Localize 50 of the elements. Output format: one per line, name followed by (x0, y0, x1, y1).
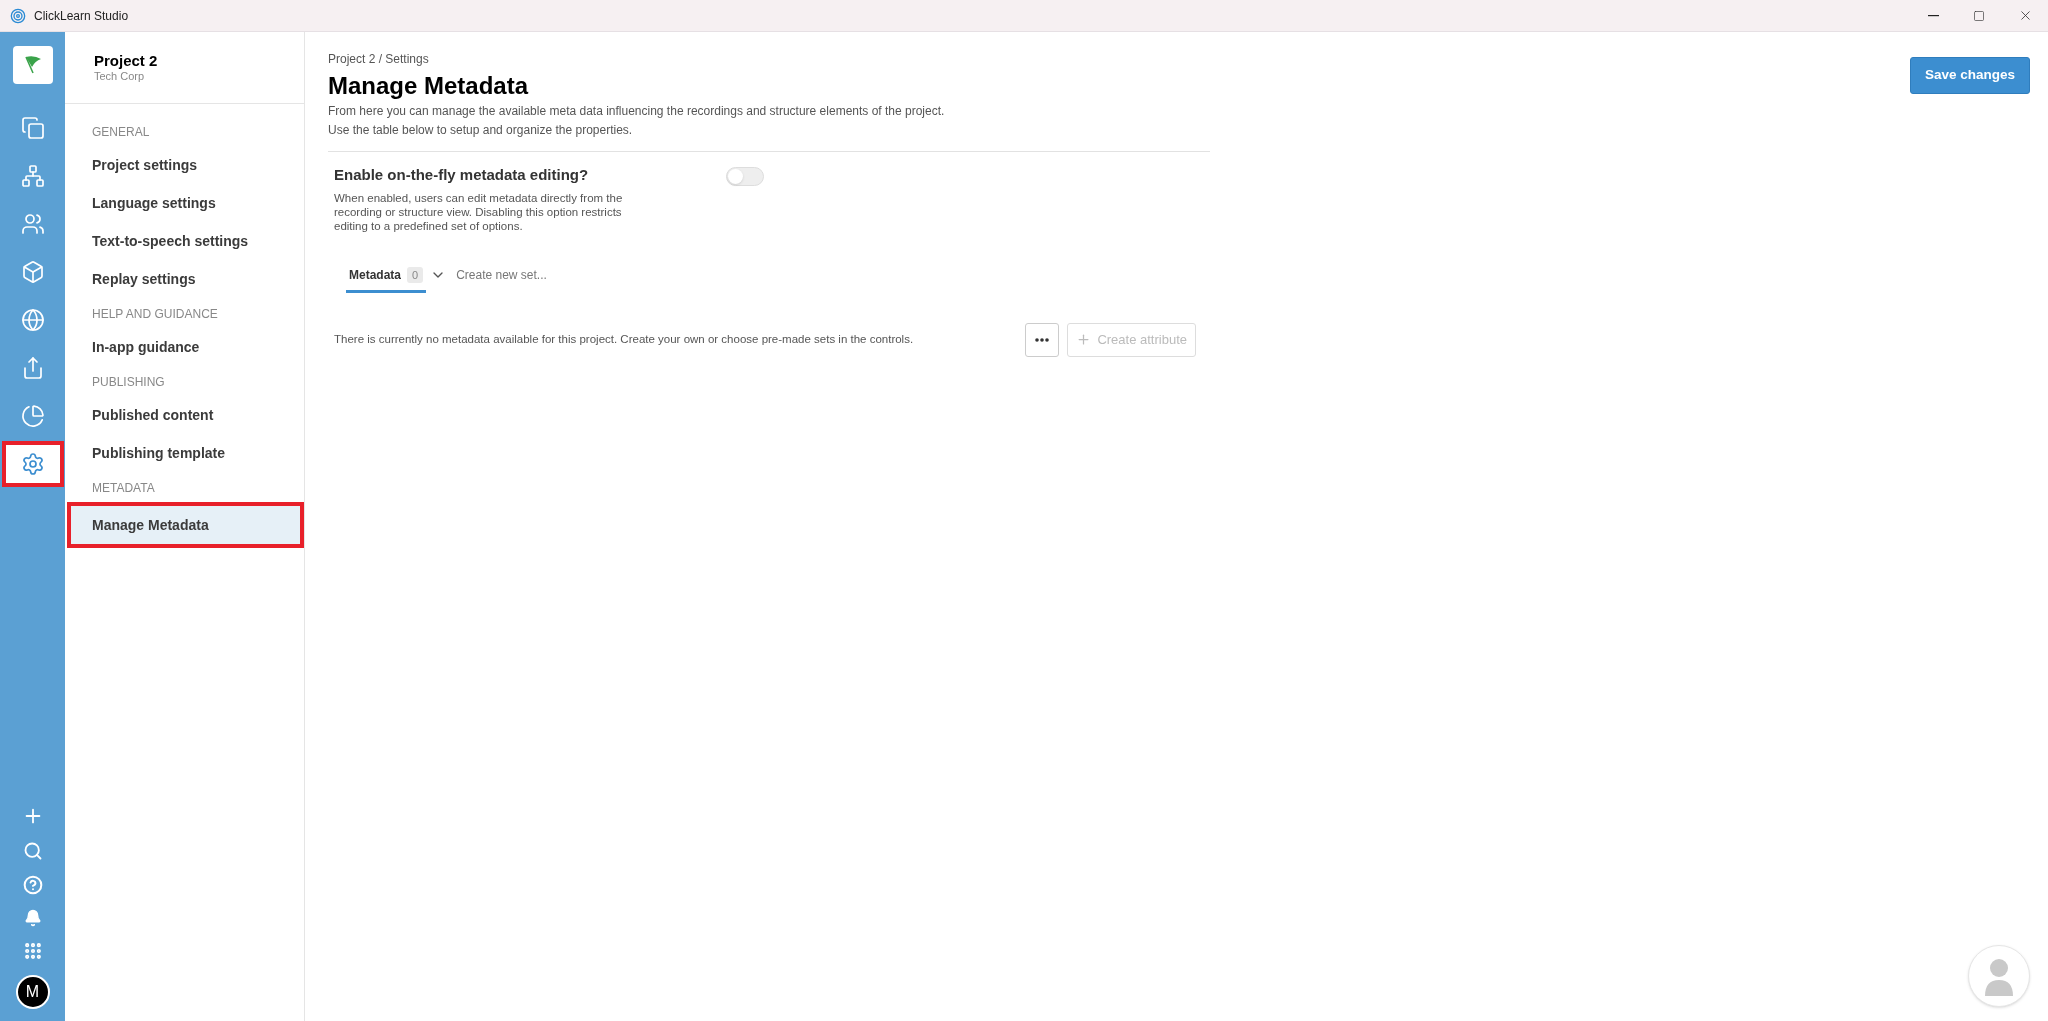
user-avatar[interactable]: M (15, 975, 50, 1009)
toggle-knob (728, 169, 743, 184)
section-heading: GENERAL (91, 124, 151, 141)
empty-message: There is currently no metadata available for this project. Create your own or choose pre-made sets in the controls. (334, 331, 914, 347)
person-silhouette-icon (1982, 956, 2016, 996)
project-logo[interactable] (12, 46, 53, 84)
pie-chart-icon (20, 404, 45, 428)
sidebar-item[interactable]: Text-to-speech settings (67, 222, 304, 260)
toggle-description: When enabled, users can edit metadata directly from the recording or structure view. Disabling this option restricts editing to a predefined set of options. (334, 190, 624, 233)
tab[interactable]: Metadata 0 (346, 260, 427, 293)
copy-icon (20, 116, 45, 140)
sidebar-item[interactable]: Publishing template (67, 434, 304, 472)
section-heading: PUBLISHING (91, 374, 166, 391)
sidebar-item[interactable]: Manage Metadata (67, 502, 304, 548)
more-icon (1035, 337, 1050, 342)
company-name: Tech Corp (94, 70, 146, 83)
bell-icon[interactable] (23, 909, 42, 927)
sidebar-item[interactable]: Project settings (67, 146, 304, 184)
sidebar-item[interactable]: Language settings (67, 184, 304, 222)
people-icon (20, 212, 45, 236)
section-heading: HELP AND GUIDANCE (91, 306, 219, 323)
window-title: ClickLearn Studio (34, 7, 129, 25)
settings-icon (20, 452, 45, 476)
create-set-link[interactable]: Create new set... (456, 265, 547, 284)
page-title: Manage Metadata (328, 71, 530, 101)
help-icon[interactable] (22, 875, 43, 895)
project-name: Project 2 (94, 52, 159, 70)
box-icon (20, 260, 45, 284)
page-description: Use the table below to setup and organize the properties. (328, 122, 634, 139)
sidebar-item[interactable]: Replay settings (67, 260, 304, 298)
assistant-avatar[interactable] (1968, 945, 2030, 1007)
hierarchy-icon (20, 164, 45, 188)
sidebar-item[interactable]: Published content (67, 396, 304, 434)
section-heading: METADATA (91, 480, 156, 497)
app-logo-icon (10, 7, 26, 24)
globe-icon (20, 308, 45, 332)
apps-grid-icon[interactable] (22, 941, 43, 961)
save-button[interactable]: Save changes (1909, 57, 2030, 94)
minimize-icon (1927, 14, 1939, 17)
maximize-icon (1973, 9, 1985, 22)
breadcrumb: Project 2 / Settings (328, 51, 430, 68)
sidebar-item[interactable]: In-app guidance (67, 328, 304, 366)
more-options-button[interactable] (1025, 322, 1060, 357)
rail-item[interactable] (1, 441, 64, 487)
search-icon[interactable] (22, 841, 43, 861)
page-description: From here you can manage the available meta data influencing the recordings and structure elements of the project. (328, 103, 946, 120)
toggle-label: Enable on-the-fly metadata editing? (334, 165, 590, 185)
count-badge: 0 (407, 266, 424, 284)
plus-icon (1076, 332, 1092, 347)
toggle-switch[interactable] (726, 167, 764, 186)
